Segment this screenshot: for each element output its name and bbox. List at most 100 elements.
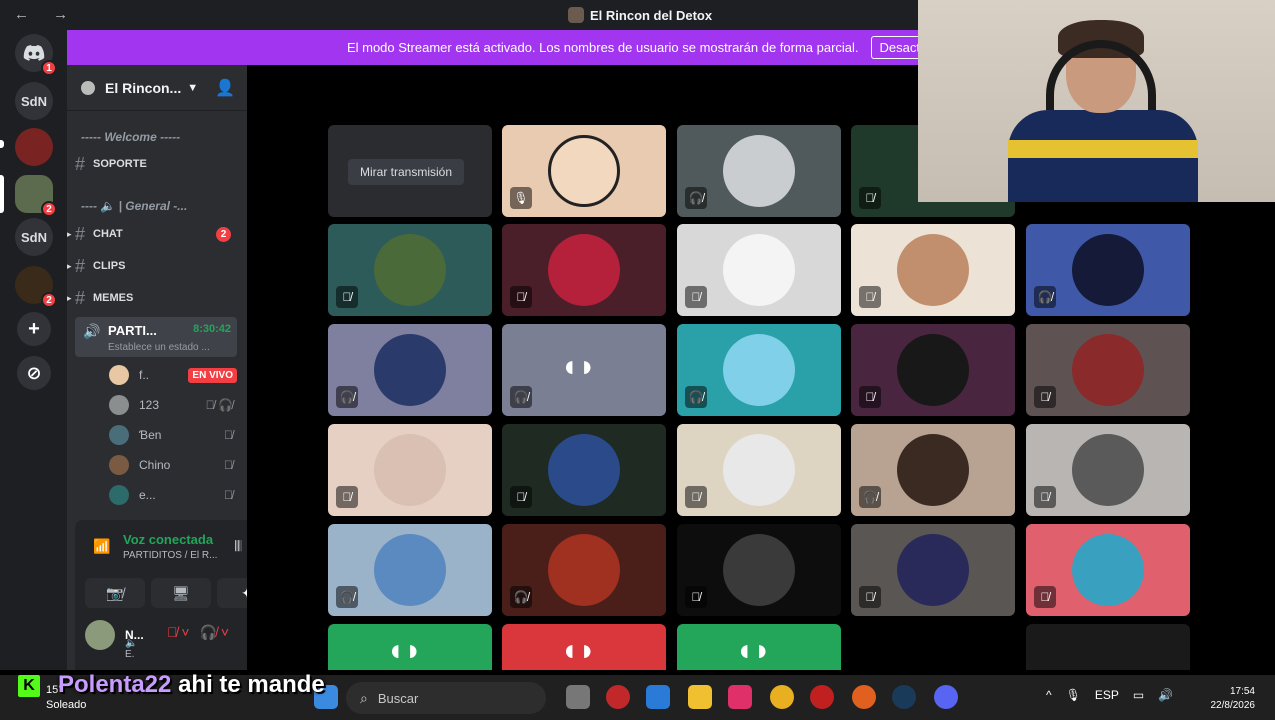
participant-tile[interactable]: 🎧̸ [1026, 224, 1190, 316]
kick-logo-icon: K [18, 675, 40, 697]
participant-tile[interactable]: 🎙̸ [328, 424, 492, 516]
active-pill [0, 175, 4, 213]
add-user-icon[interactable]: 👤 [215, 78, 235, 98]
back-forward-icon[interactable]: ← → [14, 6, 78, 23]
participant-tile[interactable]: ◖◗ [677, 624, 841, 670]
server-icon [568, 7, 584, 23]
chevron-up-icon[interactable]: ^ [1046, 688, 1052, 702]
voice-location[interactable]: PARTIDITOS / El R... [123, 550, 217, 561]
participant-tile[interactable]: 🎧̸ [328, 524, 492, 616]
server-header[interactable]: El Rincon... ▼ 👤 [67, 65, 247, 111]
server-sdn[interactable]: SdN [15, 82, 53, 120]
channel-chat[interactable]: ▸ # CHAT 2 [67, 220, 237, 248]
category-general[interactable]: ---- 🔈 | General -... [81, 199, 187, 213]
participant-tile[interactable]: 🎧̸ [677, 324, 841, 416]
noise-suppression-icon[interactable]: 𝄃𝄃 [235, 538, 241, 555]
discover-icon[interactable]: ⊘ [17, 356, 51, 390]
tiktok-icon[interactable] [728, 685, 752, 709]
mic-icon[interactable]: 🎙 [1066, 688, 1081, 702]
participant-tile[interactable]: 🎙̸ [851, 324, 1015, 416]
notification-badge: 1 [41, 60, 57, 76]
participant-tile[interactable]: 🎧̸ [328, 324, 492, 416]
participant-tile[interactable]: 🎙̸ [502, 424, 666, 516]
screen-share-button[interactable]: 🖥 [151, 578, 211, 608]
participant-tile[interactable]: 🎙̸ [1026, 524, 1190, 616]
language-indicator[interactable]: ESP [1095, 688, 1119, 702]
participant-tile[interactable]: 🎙̸ [677, 224, 841, 316]
jersey-stripe [1008, 140, 1198, 158]
voice-member[interactable]: e... 🎙̸ [109, 482, 239, 508]
deafened-icon[interactable]: 🎧̸ ˅ [200, 624, 230, 641]
signal-icon: 📶 [93, 538, 111, 554]
server-active[interactable]: 2 [15, 175, 57, 217]
firefox-icon[interactable] [852, 685, 876, 709]
participant-tile[interactable]: 🎧̸ [502, 524, 666, 616]
participant-tile[interactable]: 🎙̸ [851, 224, 1015, 316]
participant-tile[interactable]: 🎙̸ [677, 424, 841, 516]
server-rail: 1 SdN 2 SdN 2 + ⊘ [0, 30, 67, 670]
clock[interactable]: 17:54 22/8/2026 [1211, 685, 1256, 713]
participant-tile[interactable]: ◖◗ 🎧̸ [502, 324, 666, 416]
participant-tile[interactable]: 🎙̸ [677, 524, 841, 616]
channel-memes[interactable]: ▸ # MEMES [67, 284, 237, 312]
channel-clips[interactable]: ▸ # CLIPS [67, 252, 237, 280]
voice-member[interactable]: Chino 🎙̸ [109, 452, 239, 478]
participant-tile[interactable]: 🎙̸ [1026, 424, 1190, 516]
webcam-overlay [918, 0, 1275, 202]
participant-tile[interactable] [1026, 624, 1190, 670]
home-discord-icon[interactable]: 1 [15, 34, 57, 76]
user-panel[interactable]: N... 🔈 E. [85, 620, 144, 660]
system-tray: ^ 🎙 ESP ▭ 🔊 [1046, 688, 1173, 702]
muted-deafened-icon: 🎧̸ [685, 187, 707, 209]
folder-icon[interactable] [688, 685, 712, 709]
stream-tile[interactable]: Mirar transmisión [328, 125, 492, 217]
voice-member[interactable]: 123 🎙̸ 🎧̸ [109, 392, 239, 418]
participant-tile[interactable]: 🎙̸ [1026, 324, 1190, 416]
discord-taskbar-icon[interactable] [934, 685, 958, 709]
mic-muted-icon[interactable]: 🎙̸ ˅ [167, 624, 190, 641]
participant-tile[interactable]: ◖◗ [328, 624, 492, 670]
chrome-icon[interactable] [770, 685, 794, 709]
store-icon[interactable] [646, 685, 670, 709]
participant-tile[interactable]: 🎧̸ [677, 125, 841, 217]
hash-icon: # [75, 287, 86, 308]
clock-date: 22/8/2026 [1210, 700, 1256, 711]
avatar [897, 234, 969, 306]
participant-tile[interactable]: 🎧̸ [851, 424, 1015, 516]
category-welcome[interactable]: ----- Welcome ----- [81, 130, 180, 144]
server-gold[interactable]: 2 [15, 266, 57, 308]
watch-stream-button[interactable]: Mirar transmisión [348, 159, 465, 185]
muted-icon: 🎙̸ [1034, 386, 1056, 408]
server-sdn-2[interactable]: SdN [15, 218, 53, 256]
taskbar-search[interactable]: ⌕ Buscar [346, 682, 546, 714]
server-label: SdN [21, 93, 47, 109]
chat-message: ahi te mande [178, 671, 325, 698]
chat-overlay: Polenta22 ahi te mande [58, 671, 325, 699]
network-icon[interactable]: ▭ [1133, 688, 1144, 702]
steam-icon[interactable] [892, 685, 916, 709]
volume-icon[interactable]: 🔊 [1158, 688, 1173, 702]
participant-tile[interactable]: 🎙̸ [328, 224, 492, 316]
muted-deafened-icon: 🎧̸ [510, 586, 532, 608]
channel-soporte[interactable]: # SOPORTE [75, 150, 237, 178]
voice-status[interactable]: Establece un estado ... [108, 342, 210, 353]
app-icon[interactable] [606, 685, 630, 709]
muted-deafened-icon: 🎧̸ [859, 486, 881, 508]
unread-dot-icon: ▸ [67, 292, 72, 303]
participant-tile[interactable]: 🎙 [502, 125, 666, 217]
avatar [1072, 534, 1144, 606]
voice-connected-label[interactable]: Voz conectada [123, 532, 213, 547]
camera-off-button[interactable]: 📷̸ [85, 578, 145, 608]
participant-tile[interactable]: ◖◗ [502, 624, 666, 670]
participant-tile[interactable]: 🎙̸ [502, 224, 666, 316]
participant-tile[interactable]: 🎙̸ [851, 524, 1015, 616]
server-red[interactable] [15, 128, 53, 166]
voice-channel-partiditos[interactable]: 🔊 PARTI... 8:30:42 Establece un estado .… [75, 317, 237, 357]
app-icon[interactable] [810, 685, 834, 709]
avatar [897, 534, 969, 606]
voice-member[interactable]: Ɓen 🎙̸ [109, 422, 239, 448]
voice-member[interactable]: f.. EN VIVO [109, 362, 239, 388]
task-view-icon[interactable] [566, 685, 590, 709]
avatar [109, 425, 129, 445]
add-server-icon[interactable]: + [17, 312, 51, 346]
